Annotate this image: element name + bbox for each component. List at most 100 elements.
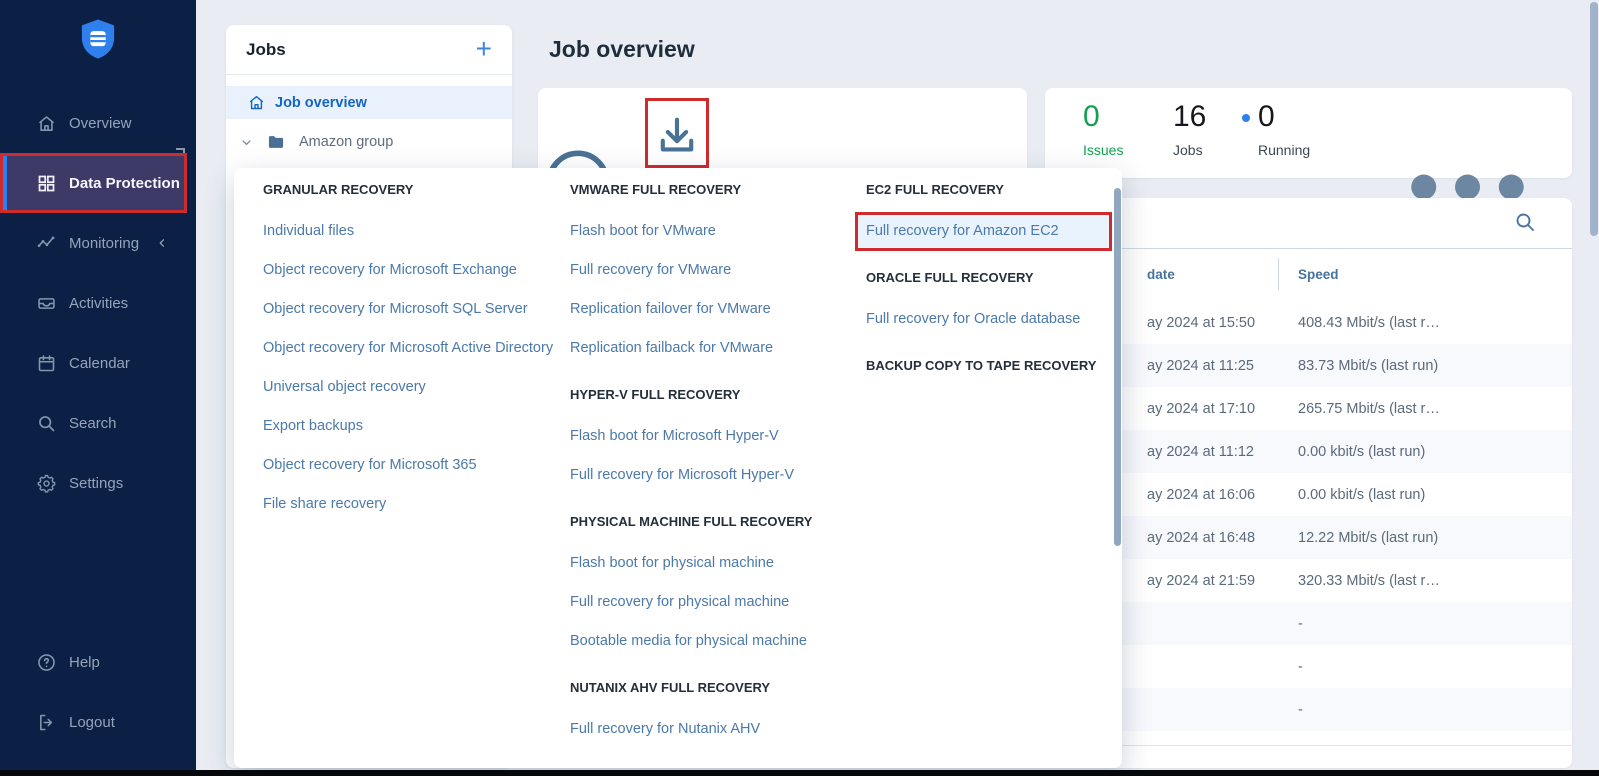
sidebar-item-overview[interactable]: Overview bbox=[0, 93, 196, 153]
menu-item-individual-files[interactable]: Individual files bbox=[263, 212, 558, 251]
folder-icon bbox=[266, 132, 286, 152]
jobs-panel-title: Jobs bbox=[246, 40, 286, 60]
cell-date: ay 2024 at 21:59 bbox=[1147, 573, 1278, 589]
sidebar-item-settings[interactable]: Settings bbox=[0, 453, 196, 513]
table-body: ay 2024 at 15:50 408.43 Mbit/s (last r… … bbox=[1098, 301, 1572, 731]
stat-issues[interactable]: 0 Issues bbox=[1083, 100, 1123, 158]
menu-section-header: NUTANIX AHV FULL RECOVERY bbox=[570, 668, 850, 707]
app-logo-shield-icon bbox=[75, 16, 121, 62]
stat-label: Running bbox=[1258, 142, 1310, 158]
search-icon bbox=[36, 413, 57, 434]
sidebar-item-calendar[interactable]: Calendar bbox=[0, 333, 196, 393]
divider bbox=[1098, 248, 1572, 249]
cell-speed: 83.73 Mbit/s (last run) bbox=[1298, 358, 1438, 374]
cell-speed: 0.00 kbit/s (last run) bbox=[1298, 444, 1425, 460]
recover-button[interactable]: Recover bbox=[645, 98, 709, 168]
cell-speed: - bbox=[1298, 702, 1303, 718]
menu-item-replication-failover-vmware[interactable]: Replication failover for VMware bbox=[570, 290, 850, 329]
cell-speed: 12.22 Mbit/s (last run) bbox=[1298, 530, 1438, 546]
menu-item-universal-object-recovery[interactable]: Universal object recovery bbox=[263, 368, 558, 407]
menu-item-flash-boot-physical[interactable]: Flash boot for physical machine bbox=[570, 544, 850, 583]
menu-item-export-backups[interactable]: Export backups bbox=[263, 407, 558, 446]
menu-section-header: VMWARE FULL RECOVERY bbox=[570, 170, 850, 209]
menu-item-object-recovery-ad[interactable]: Object recovery for Microsoft Active Dir… bbox=[263, 329, 558, 368]
table-row[interactable]: - bbox=[1098, 602, 1572, 645]
menu-item-bootable-media-physical[interactable]: Bootable media for physical machine bbox=[570, 622, 850, 661]
table-row[interactable]: ay 2024 at 16:48 12.22 Mbit/s (last run) bbox=[1098, 516, 1572, 559]
search-icon[interactable] bbox=[1513, 210, 1537, 234]
table-row[interactable]: ay 2024 at 21:59 320.33 Mbit/s (last r… bbox=[1098, 559, 1572, 602]
activities-icon bbox=[36, 293, 57, 314]
jobs-item-label: Job overview bbox=[275, 95, 367, 111]
sidebar-item-help[interactable]: Help bbox=[0, 632, 196, 692]
column-header-speed[interactable]: Speed bbox=[1298, 267, 1339, 282]
menu-item-file-share-recovery[interactable]: File share recovery bbox=[263, 485, 558, 524]
menu-item-object-recovery-exchange[interactable]: Object recovery for Microsoft Exchange bbox=[263, 251, 558, 290]
jobs-item-label: Amazon group bbox=[299, 134, 393, 150]
recover-dropdown-menu: GRANULAR RECOVERY Individual files Objec… bbox=[234, 168, 1122, 768]
stats-card: 0 Issues 16 Jobs 0 Running More bbox=[1045, 88, 1572, 178]
cell-date: ay 2024 at 16:48 bbox=[1147, 530, 1278, 546]
settings-icon bbox=[36, 473, 57, 494]
menu-column-cloud: EC2 FULL RECOVERY Full recovery for Amaz… bbox=[866, 170, 1116, 388]
sidebar-item-data-protection[interactable]: Data Protection bbox=[0, 153, 187, 213]
toolbar: Run/Stop Recover Manage bbox=[538, 88, 1027, 176]
dropdown-scrollbar[interactable] bbox=[1114, 188, 1121, 546]
table-row[interactable]: - bbox=[1098, 645, 1572, 688]
jobs-table-card: date Speed ay 2024 at 15:50 408.43 Mbit/… bbox=[1098, 198, 1572, 768]
column-header-date[interactable]: date bbox=[1147, 267, 1175, 282]
cell-date: ay 2024 at 16:06 bbox=[1147, 487, 1278, 503]
sidebar-nav: Overview Data Protection Monitoring Acti… bbox=[0, 93, 196, 513]
menu-item-flash-boot-vmware[interactable]: Flash boot for VMware bbox=[570, 212, 850, 251]
cell-speed: 320.33 Mbit/s (last r… bbox=[1298, 573, 1440, 589]
table-row[interactable]: ay 2024 at 11:25 83.73 Mbit/s (last run) bbox=[1098, 344, 1572, 387]
menu-item-flash-boot-hyperv[interactable]: Flash boot for Microsoft Hyper-V bbox=[570, 417, 850, 456]
stat-jobs[interactable]: 16 Jobs bbox=[1173, 100, 1206, 158]
menu-item-full-recovery-nutanix[interactable]: Full recovery for Nutanix AHV bbox=[570, 710, 850, 749]
sidebar-item-logout[interactable]: Logout bbox=[0, 692, 196, 752]
bottom-edge bbox=[0, 770, 1599, 776]
divider bbox=[1098, 745, 1572, 746]
sidebar-item-label: Overview bbox=[69, 115, 132, 132]
cell-date: ay 2024 at 11:25 bbox=[1147, 358, 1278, 374]
sidebar-item-label: Calendar bbox=[69, 355, 130, 372]
menu-item-full-recovery-amazon-ec2[interactable]: Full recovery for Amazon EC2 bbox=[855, 212, 1112, 251]
menu-column-granular: GRANULAR RECOVERY Individual files Objec… bbox=[263, 170, 558, 524]
table-row[interactable]: - bbox=[1098, 688, 1572, 731]
stat-value: 0 bbox=[1258, 100, 1310, 134]
cell-date: ay 2024 at 11:12 bbox=[1147, 444, 1278, 460]
cell-speed: - bbox=[1298, 616, 1303, 632]
help-icon bbox=[36, 652, 57, 673]
column-separator bbox=[1278, 258, 1279, 290]
menu-item-replication-failback-vmware[interactable]: Replication failback for VMware bbox=[570, 329, 850, 368]
menu-column-full-recovery: VMWARE FULL RECOVERY Flash boot for VMwa… bbox=[570, 170, 850, 749]
cell-speed: 408.43 Mbit/s (last r… bbox=[1298, 315, 1440, 331]
sidebar-item-activities[interactable]: Activities bbox=[0, 273, 196, 333]
jobs-item-job-overview[interactable]: Job overview bbox=[226, 86, 512, 119]
chevron-down-icon[interactable] bbox=[239, 135, 254, 150]
jobs-panel-header: Jobs + bbox=[226, 25, 512, 75]
cell-speed: 0.00 kbit/s (last run) bbox=[1298, 487, 1425, 503]
menu-item-object-recovery-m365[interactable]: Object recovery for Microsoft 365 bbox=[263, 446, 558, 485]
menu-item-full-recovery-hyperv[interactable]: Full recovery for Microsoft Hyper-V bbox=[570, 456, 850, 495]
sidebar-item-monitoring[interactable]: Monitoring bbox=[0, 213, 196, 273]
home-icon bbox=[36, 113, 57, 134]
menu-item-full-recovery-vmware[interactable]: Full recovery for VMware bbox=[570, 251, 850, 290]
table-row[interactable]: ay 2024 at 11:12 0.00 kbit/s (last run) bbox=[1098, 430, 1572, 473]
sidebar-item-label: Monitoring bbox=[69, 235, 139, 252]
table-row[interactable]: ay 2024 at 15:50 408.43 Mbit/s (last r… bbox=[1098, 301, 1572, 344]
sidebar-item-search[interactable]: Search bbox=[0, 393, 196, 453]
menu-item-full-recovery-oracle[interactable]: Full recovery for Oracle database bbox=[866, 300, 1116, 339]
table-row[interactable]: ay 2024 at 16:06 0.00 kbit/s (last run) bbox=[1098, 473, 1572, 516]
stat-running[interactable]: 0 Running bbox=[1258, 100, 1310, 158]
menu-item-full-recovery-physical[interactable]: Full recovery for physical machine bbox=[570, 583, 850, 622]
sidebar-item-label: Help bbox=[69, 654, 100, 671]
menu-item-object-recovery-sql[interactable]: Object recovery for Microsoft SQL Server bbox=[263, 290, 558, 329]
add-job-button[interactable]: + bbox=[476, 33, 492, 65]
window-scrollbar[interactable] bbox=[1590, 2, 1598, 236]
page-title: Job overview bbox=[549, 36, 695, 63]
sidebar-item-label: Search bbox=[69, 415, 117, 432]
chevron-left-icon[interactable] bbox=[155, 236, 169, 250]
jobs-item-amazon-group[interactable]: Amazon group bbox=[226, 126, 512, 158]
table-row[interactable]: ay 2024 at 17:10 265.75 Mbit/s (last r… bbox=[1098, 387, 1572, 430]
